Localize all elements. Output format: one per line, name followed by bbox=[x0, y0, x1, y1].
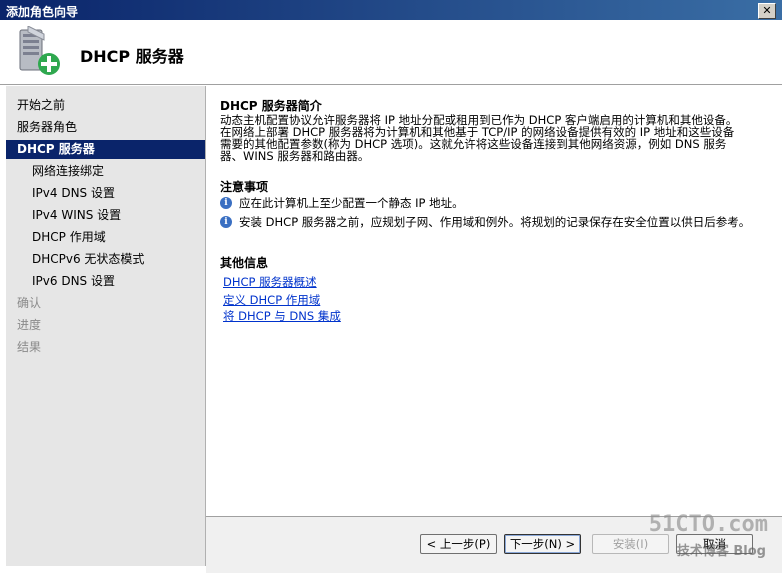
title-bar: 添加角色向导 ✕ bbox=[0, 0, 782, 20]
next-button[interactable]: 下一步(N) > bbox=[504, 534, 581, 554]
watermark-site: 51CTO.com bbox=[648, 512, 768, 537]
link-dhcp-dns-integration[interactable]: 将 DHCP 与 DNS 集成 bbox=[223, 308, 341, 324]
info-title: 其他信息 bbox=[220, 256, 269, 270]
nav-step-item[interactable]: DHCP 服务器 bbox=[6, 140, 205, 159]
wizard-steps-pane: 开始之前服务器角色 DHCP 服务器 网络连接绑定 IPv4 DNS 设置 IPv4 W… bbox=[6, 86, 206, 566]
nav-step-item[interactable]: 网络连接绑定 bbox=[6, 162, 205, 181]
intro-text: 动态主机配置协议允许服务器将 IP 地址分配或租用到已作为 DHCP 客户端启用… bbox=[220, 114, 750, 162]
nav-step-item[interactable]: 开始之前 bbox=[6, 96, 205, 115]
nav-step-item: 确认 bbox=[17, 296, 42, 310]
notes-title: 注意事项 bbox=[220, 180, 269, 194]
nav-step-item: 结果 bbox=[17, 340, 42, 354]
nav-step-item[interactable]: IPv4 DNS 设置 bbox=[6, 184, 205, 203]
nav-step-item: 进度 bbox=[17, 318, 42, 332]
server-add-icon bbox=[19, 26, 60, 75]
wizard-header: DHCP 服务器 bbox=[0, 20, 782, 85]
watermark: 51CTO.com 技术博客 Blog bbox=[628, 512, 768, 562]
nav-step-item[interactable]: DHCP 作用域 bbox=[6, 228, 205, 247]
previous-button[interactable]: < 上一步(P) bbox=[420, 534, 497, 554]
watermark-sub: 技术博客 Blog bbox=[676, 544, 766, 559]
nav-step-item[interactable]: 服务器角色 bbox=[6, 118, 205, 137]
link-dhcp-overview[interactable]: DHCP 服务器概述 bbox=[223, 274, 317, 290]
page-title: DHCP 服务器 bbox=[80, 47, 184, 66]
info-icon: i bbox=[220, 216, 232, 228]
info-icon: i bbox=[220, 197, 232, 209]
link-define-scope[interactable]: 定义 DHCP 作用域 bbox=[223, 292, 320, 308]
content-pane: DHCP 服务器简介 动态主机配置协议允许服务器将 IP 地址分配或租用到已作为… bbox=[206, 86, 782, 516]
nav-step-item[interactable]: IPv4 WINS 设置 bbox=[6, 206, 205, 225]
nav-step-item[interactable]: DHCPv6 无状态模式 bbox=[6, 250, 205, 269]
close-icon[interactable]: ✕ bbox=[758, 3, 776, 19]
note-text: 应在此计算机上至少配置一个静态 IP 地址。 bbox=[239, 196, 464, 210]
intro-line: 器、WINS 服务器和路由器。 bbox=[220, 149, 370, 163]
nav-step-item[interactable]: IPv6 DNS 设置 bbox=[6, 272, 205, 291]
note-text: 安装 DHCP 服务器之前，应规划子网、作用域和例外。将规划的记录保存在安全位置… bbox=[239, 215, 751, 229]
intro-title: DHCP 服务器简介 bbox=[220, 99, 322, 113]
window-title: 添加角色向导 bbox=[6, 5, 79, 19]
